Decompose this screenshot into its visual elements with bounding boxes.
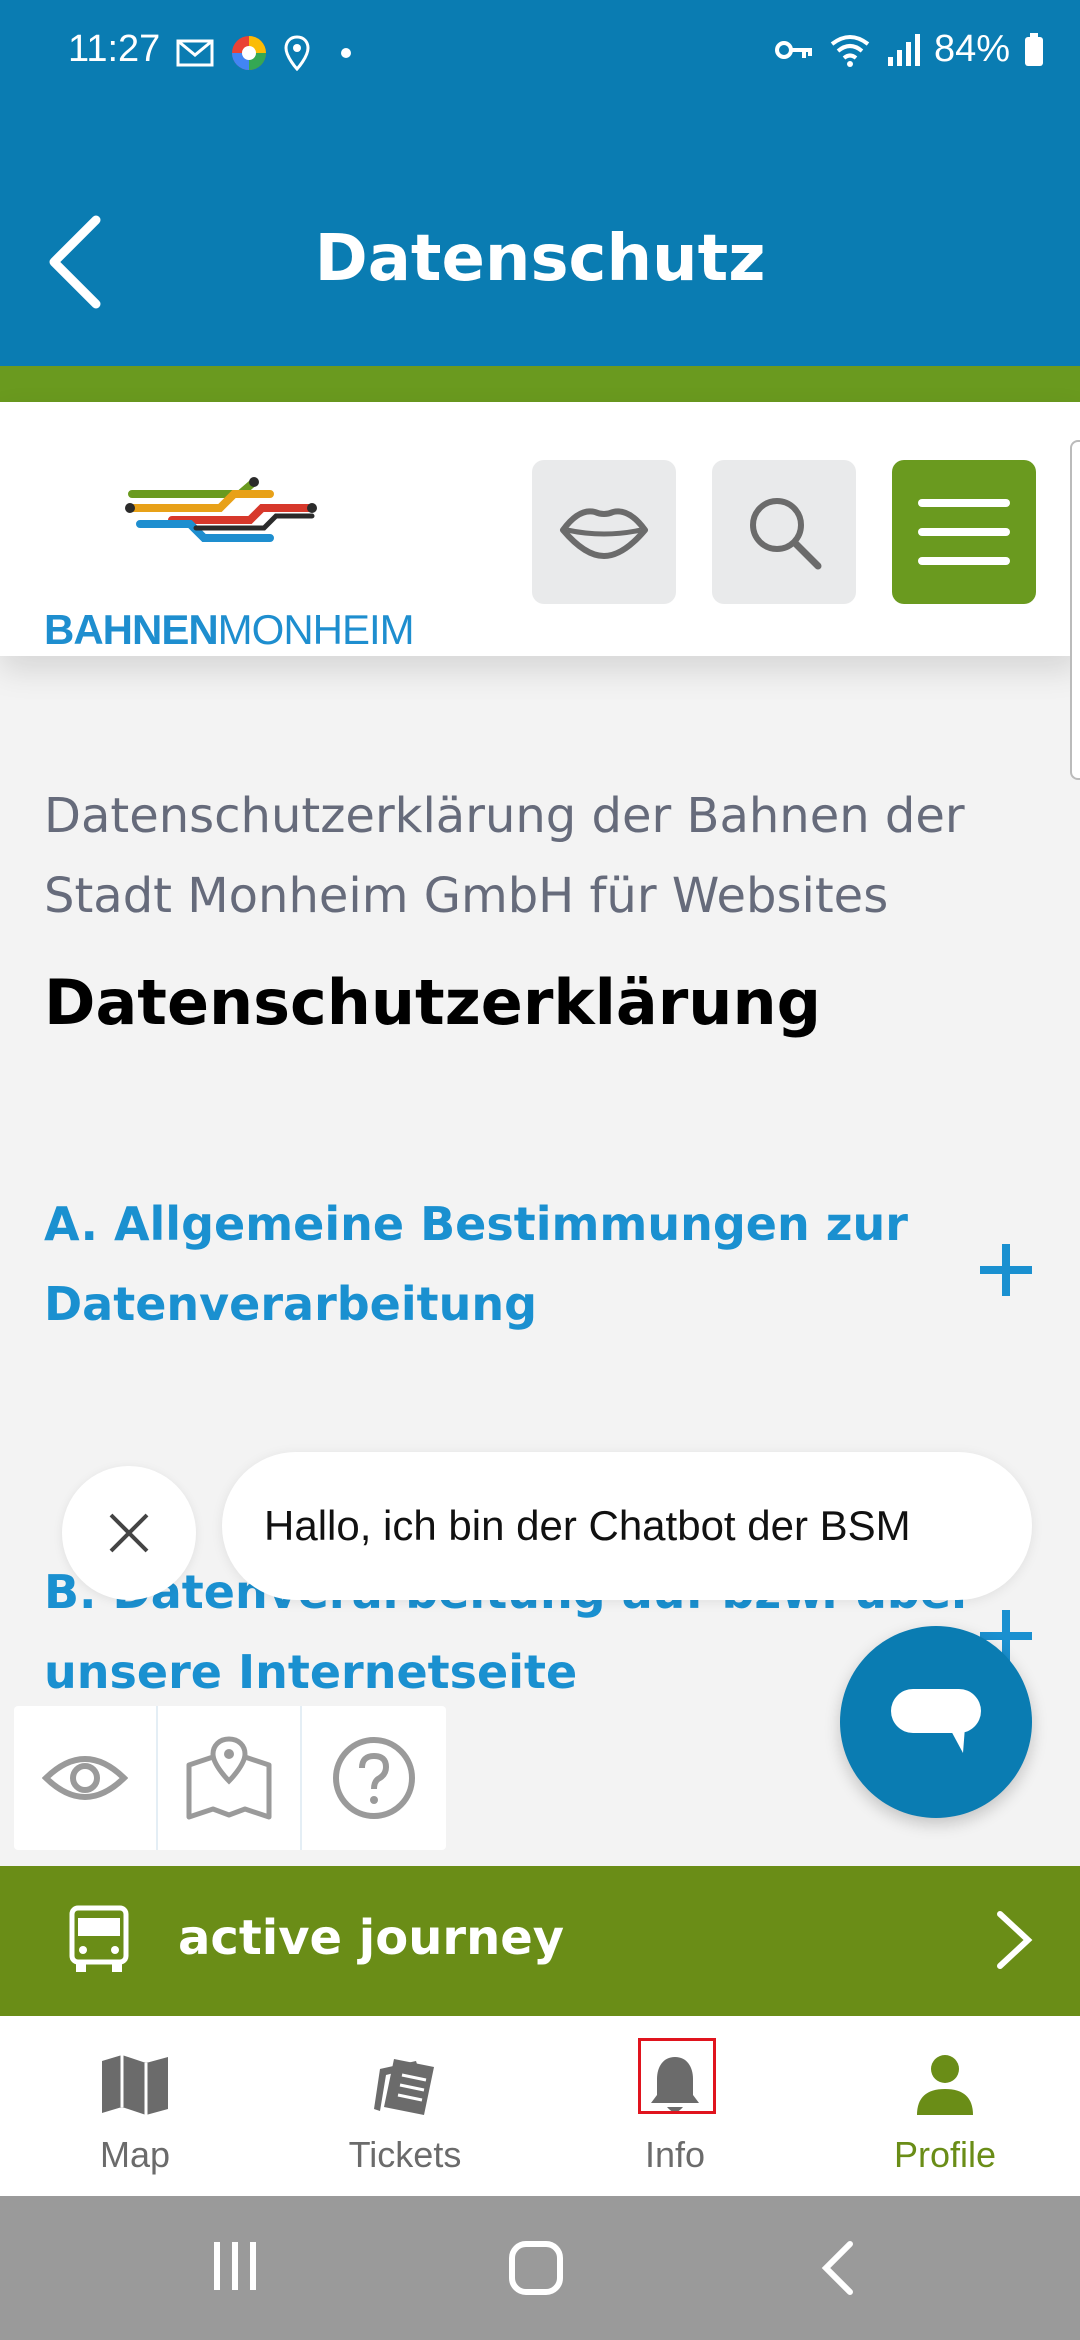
accordion-section-a[interactable]: A. Allgemeine Bestimmungen zur Datenvera… — [44, 1184, 1004, 1344]
battery-icon — [1025, 32, 1043, 66]
menu-button[interactable] — [892, 460, 1036, 604]
location-icon — [284, 35, 310, 71]
app-notification-icon — [232, 36, 266, 70]
eye-icon — [42, 1756, 128, 1800]
home-icon[interactable] — [508, 2240, 564, 2296]
search-button[interactable] — [712, 460, 856, 604]
battery-percent: 84% — [933, 28, 1010, 70]
brand-divider — [0, 366, 1080, 402]
view-toggle-button[interactable] — [14, 1706, 158, 1850]
rail-lines-logo-icon — [125, 477, 317, 542]
search-icon — [750, 498, 822, 570]
logo-text-monheim: MONHEIM — [217, 606, 415, 653]
map-icon — [102, 2055, 168, 2115]
help-button[interactable] — [302, 1706, 446, 1850]
highlight-box — [638, 2038, 716, 2114]
mail-icon — [176, 39, 214, 67]
nav-label-info: Info — [644, 2134, 706, 2175]
intro-text: Datenschutzerklärung der Bahnen der Stad… — [44, 788, 965, 924]
map-location-button[interactable] — [158, 1706, 302, 1850]
system-navigation-bar — [0, 2196, 1080, 2340]
status-time: 11:27 — [68, 28, 161, 70]
status-bar: 11:27 84% — [0, 0, 1080, 100]
chatbot-message-bubble[interactable]: Hallo, ich bin der Chatbot der BSM — [222, 1452, 1032, 1600]
question-circle-icon — [333, 1737, 415, 1819]
recent-apps-icon[interactable] — [210, 2240, 260, 2292]
page-scrollbar[interactable] — [1070, 440, 1080, 780]
nav-item-tickets[interactable]: Tickets — [270, 2016, 540, 2196]
vpn-key-icon — [774, 40, 812, 59]
logo-text-bahnen: BAHNEN — [44, 606, 219, 653]
hamburger-icon — [918, 499, 1010, 565]
active-journey-label: active journey — [178, 1910, 565, 1966]
bottom-navigation: Map Tickets Info Profile — [0, 2016, 1080, 2196]
active-journey-bar[interactable]: active journey — [0, 1866, 1080, 2016]
site-header: BAHNENMONHEIM — [0, 402, 1080, 656]
bus-icon — [69, 1905, 129, 1972]
tickets-icon — [374, 2059, 434, 2115]
chevron-right-icon — [997, 1911, 1033, 1969]
nav-label-profile: Profile — [893, 2134, 997, 2175]
bahnen-monheim-logo[interactable]: BAHNENMONHEIM — [40, 458, 420, 653]
content-heading: Datenschutzerklärung — [44, 966, 821, 1039]
person-icon — [917, 2055, 973, 2115]
accessibility-toolbar — [14, 1706, 446, 1850]
page-title: Datenschutz — [314, 222, 766, 296]
dot-icon — [341, 48, 351, 58]
system-back-icon[interactable] — [820, 2240, 856, 2296]
nav-item-profile[interactable]: Profile — [810, 2016, 1080, 2196]
lips-icon — [560, 508, 648, 559]
close-icon — [109, 1513, 149, 1553]
signal-icon — [887, 33, 920, 66]
chatbot-button[interactable] — [840, 1626, 1032, 1818]
chat-bubble-icon — [891, 1689, 981, 1753]
app-header: 11:27 84% Datenschutz — [0, 0, 1080, 366]
easy-language-button[interactable] — [532, 460, 676, 604]
nav-label-map: Map — [99, 2134, 171, 2175]
expand-plus-icon[interactable] — [976, 1240, 1036, 1300]
nav-label-tickets: Tickets — [348, 2134, 462, 2175]
map-pin-icon — [186, 1736, 272, 1820]
wifi-icon — [830, 34, 870, 67]
close-chat-button[interactable] — [62, 1466, 196, 1600]
nav-item-map[interactable]: Map — [0, 2016, 270, 2196]
